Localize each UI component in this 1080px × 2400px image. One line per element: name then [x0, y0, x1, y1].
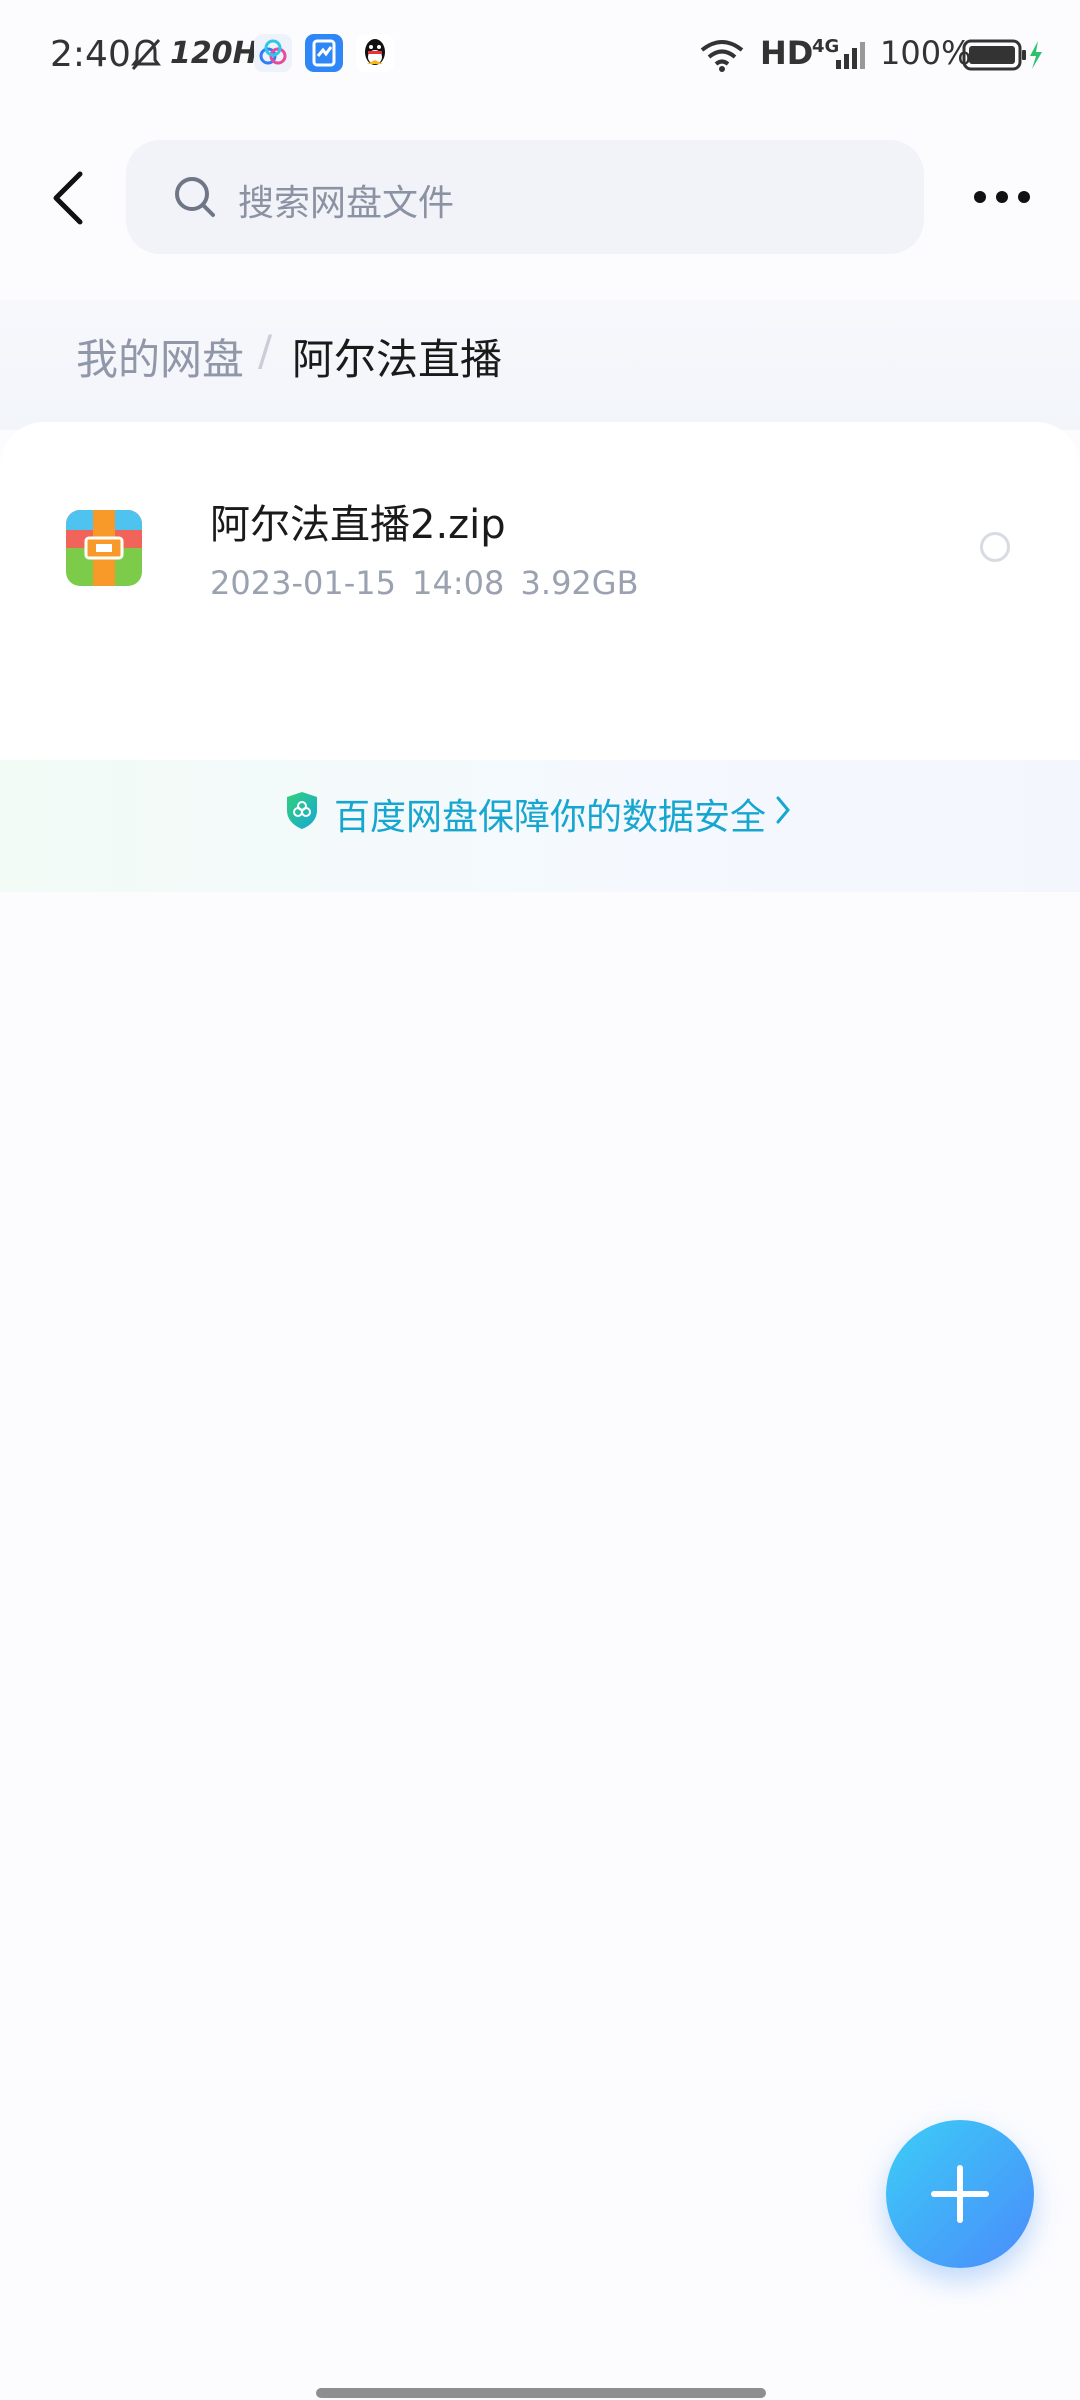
wifi-icon: [700, 40, 744, 72]
file-name: 阿尔法直播2.zip: [210, 502, 506, 548]
back-arrow-icon[interactable]: [44, 168, 94, 228]
status-bar: 2:40 120Hz HD 4G 100%: [0, 0, 1080, 110]
chevron-right-icon: [776, 796, 790, 824]
hd-label: HD: [760, 34, 814, 72]
add-button[interactable]: [886, 2120, 1034, 2268]
plus-icon: [931, 2165, 989, 2223]
security-notice-link[interactable]: 百度网盘保障你的数据安全: [334, 788, 766, 840]
zip-archive-icon: [66, 510, 142, 586]
file-time: 14:08: [412, 564, 505, 602]
battery-percent: 100%: [880, 34, 972, 72]
file-date: 2023-01-15: [210, 564, 396, 602]
baidu-netdisk-app-icon: [254, 34, 292, 72]
file-size: 3.92GB: [520, 564, 639, 602]
shield-icon: [287, 792, 317, 829]
breadcrumb-root[interactable]: 我的网盘: [76, 326, 244, 387]
qq-app-icon: [356, 34, 394, 72]
search-bar[interactable]: 搜索网盘文件: [126, 140, 924, 254]
mute-bell-icon: [131, 38, 161, 71]
cell-signal-icon: [836, 42, 865, 69]
transfer-app-icon: [305, 34, 343, 72]
battery-charging-icon: [962, 39, 1042, 71]
status-time: 2:40: [50, 34, 131, 75]
select-radio[interactable]: [980, 532, 1010, 562]
list-item[interactable]: 阿尔法直播2.zip 2023-01-15 14:08 3.92GB: [0, 452, 1080, 642]
breadcrumb-current: 阿尔法直播: [292, 335, 503, 384]
more-options-icon[interactable]: [972, 172, 1032, 222]
search-icon: [175, 177, 215, 217]
home-indicator[interactable]: [316, 2388, 766, 2398]
file-meta: 2023-01-15 14:08 3.92GB: [210, 564, 639, 602]
breadcrumb-separator: /: [258, 326, 273, 375]
search-placeholder: 搜索网盘文件: [238, 183, 455, 224]
